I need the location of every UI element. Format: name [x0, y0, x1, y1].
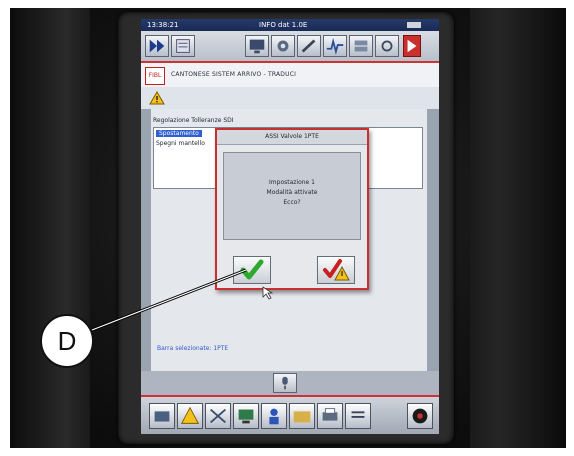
green-checkmark-icon	[240, 259, 264, 280]
battery-icon	[407, 22, 421, 28]
bottom-button-7[interactable]	[317, 403, 343, 429]
cancel-button[interactable]	[317, 256, 355, 284]
status-strip: 13:38:21 INFO dat 1.0E	[141, 19, 439, 31]
tool-button-2[interactable]	[245, 35, 269, 57]
tool-button-1[interactable]	[171, 35, 195, 57]
bottom-button-6[interactable]	[289, 403, 315, 429]
settings-icon	[381, 40, 393, 52]
tool-button-4[interactable]	[297, 35, 321, 57]
left-surround	[10, 8, 90, 448]
fast-forward-icon	[149, 39, 165, 53]
screen-header: FIBL CANTONESE SISTEM ARRIVO - TRADUCI	[141, 63, 439, 87]
red-check-warning-icon	[323, 259, 350, 281]
tool-button-6[interactable]	[349, 35, 373, 57]
dialog-message-line: Impostazione 1	[269, 179, 315, 186]
status-text: Barra selezionate: 1PTE	[157, 345, 229, 352]
dialog-message-line: Ecco?	[283, 199, 301, 206]
mouse-cursor-icon	[262, 286, 274, 300]
person-icon	[269, 408, 279, 425]
list-caption: Regolazione Tolleranze SDI	[153, 117, 234, 124]
next-page-button[interactable]	[403, 35, 421, 57]
play-icon	[407, 39, 417, 53]
warning-icon	[180, 406, 200, 424]
bottom-button-3[interactable]	[205, 403, 231, 429]
top-toolbar	[141, 31, 439, 63]
tool-button-7[interactable]	[375, 35, 399, 57]
bottom-toolbar	[141, 395, 439, 434]
middle-bar	[141, 371, 439, 395]
confirmation-dialog: ASSI Valvole 1PTE Impostazione 1 Modalit…	[215, 128, 369, 290]
diagnostics-icon	[326, 37, 344, 55]
tool-button-3[interactable]	[271, 35, 295, 57]
bottom-button-8[interactable]	[345, 403, 371, 429]
tool-button-5[interactable]	[323, 35, 347, 57]
bottom-button-4[interactable]	[233, 403, 259, 429]
info-text: INFO dat 1.0E	[259, 21, 308, 29]
microphone-icon	[282, 376, 288, 390]
header-title: CANTONESE SISTEM ARRIVO - TRADUCI	[171, 71, 297, 78]
callout-label: D	[40, 314, 94, 368]
computer-icon	[238, 409, 254, 424]
list-item[interactable]: Spegni mantello	[156, 140, 205, 147]
dialog-message-box: Impostazione 1 Modalità attivate Ecco?	[223, 152, 361, 240]
brand-logo: FIBL	[145, 67, 165, 85]
bottom-button-5[interactable]	[261, 403, 287, 429]
network-icon	[210, 408, 226, 424]
exit-icon	[412, 408, 428, 424]
wrench-icon	[301, 39, 316, 53]
clock-text: 13:38:21	[147, 21, 179, 29]
gear-icon	[277, 40, 289, 52]
folder-icon	[293, 411, 311, 423]
document-icon	[176, 39, 190, 53]
forward-button[interactable]	[145, 35, 169, 57]
bottom-button-2[interactable]	[177, 403, 203, 429]
vehicle-icon	[154, 411, 170, 422]
tools-icon	[354, 40, 368, 52]
list-icon	[351, 411, 365, 418]
dialog-title: ASSI Valvole 1PTE	[217, 130, 367, 145]
print-icon	[322, 408, 338, 421]
right-surround	[470, 8, 566, 448]
bottom-button-1[interactable]	[149, 403, 175, 429]
dialog-message-line: Modalità attivate	[266, 189, 318, 196]
list-item-selected[interactable]: Spostamento	[156, 130, 202, 137]
monitor-icon	[249, 39, 265, 54]
warning-triangle-icon	[149, 91, 165, 105]
confirm-button[interactable]	[233, 256, 271, 284]
microphone-button[interactable]	[273, 373, 297, 393]
exit-button[interactable]	[407, 403, 433, 429]
warning-row	[141, 87, 439, 109]
